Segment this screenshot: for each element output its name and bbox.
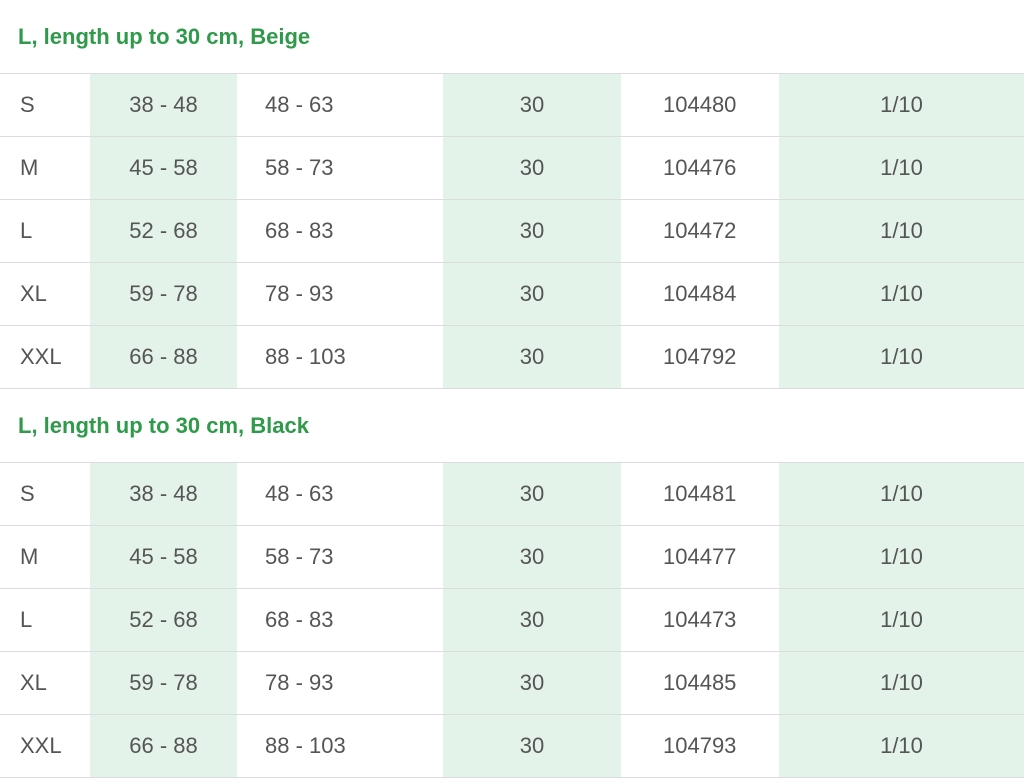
- pack-cell: 1/10: [779, 74, 1024, 136]
- range2-cell: 58 - 73: [265, 155, 334, 180]
- article-cell: 104792: [663, 344, 737, 369]
- size-table: L, length up to 30 cm, Beige S 38 - 48 4…: [0, 0, 1024, 778]
- pack-cell: 1/10: [779, 526, 1024, 588]
- size-cell: XXL: [20, 733, 62, 758]
- range1-cell: 59 - 78: [90, 263, 237, 325]
- length-cell: 30: [443, 74, 621, 136]
- table-row: L 52 - 68 68 - 83 30 104472 1/10: [0, 200, 1024, 263]
- range1-cell: 66 - 88: [90, 326, 237, 388]
- length-cell: 30: [443, 263, 621, 325]
- size-cell: L: [20, 218, 33, 243]
- pack-cell: 1/10: [779, 589, 1024, 651]
- pack-cell: 1/10: [779, 463, 1024, 525]
- pack-cell: 1/10: [779, 715, 1024, 777]
- table-row: S 38 - 48 48 - 63 30 104481 1/10: [0, 463, 1024, 526]
- size-cell: M: [20, 155, 39, 180]
- group-header: L, length up to 30 cm, Beige: [0, 0, 1024, 74]
- article-cell: 104484: [663, 281, 737, 306]
- range2-cell: 78 - 93: [265, 670, 334, 695]
- range2-cell: 68 - 83: [265, 607, 334, 632]
- length-cell: 30: [443, 326, 621, 388]
- range1-cell: 66 - 88: [90, 715, 237, 777]
- range2-cell: 68 - 83: [265, 218, 334, 243]
- pack-cell: 1/10: [779, 137, 1024, 199]
- range1-cell: 38 - 48: [90, 74, 237, 136]
- table-row: L 52 - 68 68 - 83 30 104473 1/10: [0, 589, 1024, 652]
- article-cell: 104480: [663, 92, 737, 117]
- size-cell: S: [20, 92, 35, 117]
- group-black: L, length up to 30 cm, Black S 38 - 48 4…: [0, 389, 1024, 778]
- pack-cell: 1/10: [779, 326, 1024, 388]
- size-cell: XL: [20, 670, 47, 695]
- range2-cell: 88 - 103: [265, 344, 346, 369]
- group-title: L, length up to 30 cm, Beige: [18, 23, 311, 49]
- length-cell: 30: [443, 463, 621, 525]
- article-cell: 104476: [663, 155, 737, 180]
- range1-cell: 38 - 48: [90, 463, 237, 525]
- range1-cell: 45 - 58: [90, 526, 237, 588]
- size-cell: S: [20, 481, 35, 506]
- table-row: M 45 - 58 58 - 73 30 104477 1/10: [0, 526, 1024, 589]
- range2-cell: 88 - 103: [265, 733, 346, 758]
- size-cell: XL: [20, 281, 47, 306]
- length-cell: 30: [443, 589, 621, 651]
- table-row: XXL 66 - 88 88 - 103 30 104792 1/10: [0, 326, 1024, 389]
- article-cell: 104477: [663, 544, 737, 569]
- article-cell: 104481: [663, 481, 737, 506]
- range2-cell: 78 - 93: [265, 281, 334, 306]
- length-cell: 30: [443, 652, 621, 714]
- group-header: L, length up to 30 cm, Black: [0, 389, 1024, 463]
- table-row: M 45 - 58 58 - 73 30 104476 1/10: [0, 137, 1024, 200]
- group-beige: L, length up to 30 cm, Beige S 38 - 48 4…: [0, 0, 1024, 389]
- article-cell: 104473: [663, 607, 737, 632]
- size-cell: L: [20, 607, 33, 632]
- pack-cell: 1/10: [779, 200, 1024, 262]
- size-cell: M: [20, 544, 39, 569]
- range2-cell: 58 - 73: [265, 544, 334, 569]
- length-cell: 30: [443, 526, 621, 588]
- article-cell: 104472: [663, 218, 737, 243]
- table-row: S 38 - 48 48 - 63 30 104480 1/10: [0, 74, 1024, 137]
- range1-cell: 59 - 78: [90, 652, 237, 714]
- table-row: XL 59 - 78 78 - 93 30 104485 1/10: [0, 652, 1024, 715]
- article-cell: 104793: [663, 733, 737, 758]
- length-cell: 30: [443, 715, 621, 777]
- range1-cell: 52 - 68: [90, 200, 237, 262]
- size-cell: XXL: [20, 344, 62, 369]
- table-row: XL 59 - 78 78 - 93 30 104484 1/10: [0, 263, 1024, 326]
- pack-cell: 1/10: [779, 263, 1024, 325]
- length-cell: 30: [443, 200, 621, 262]
- length-cell: 30: [443, 137, 621, 199]
- group-title: L, length up to 30 cm, Black: [18, 412, 309, 438]
- pack-cell: 1/10: [779, 652, 1024, 714]
- range1-cell: 45 - 58: [90, 137, 237, 199]
- table-row: XXL 66 - 88 88 - 103 30 104793 1/10: [0, 715, 1024, 778]
- range1-cell: 52 - 68: [90, 589, 237, 651]
- range2-cell: 48 - 63: [265, 481, 334, 506]
- article-cell: 104485: [663, 670, 737, 695]
- range2-cell: 48 - 63: [265, 92, 334, 117]
